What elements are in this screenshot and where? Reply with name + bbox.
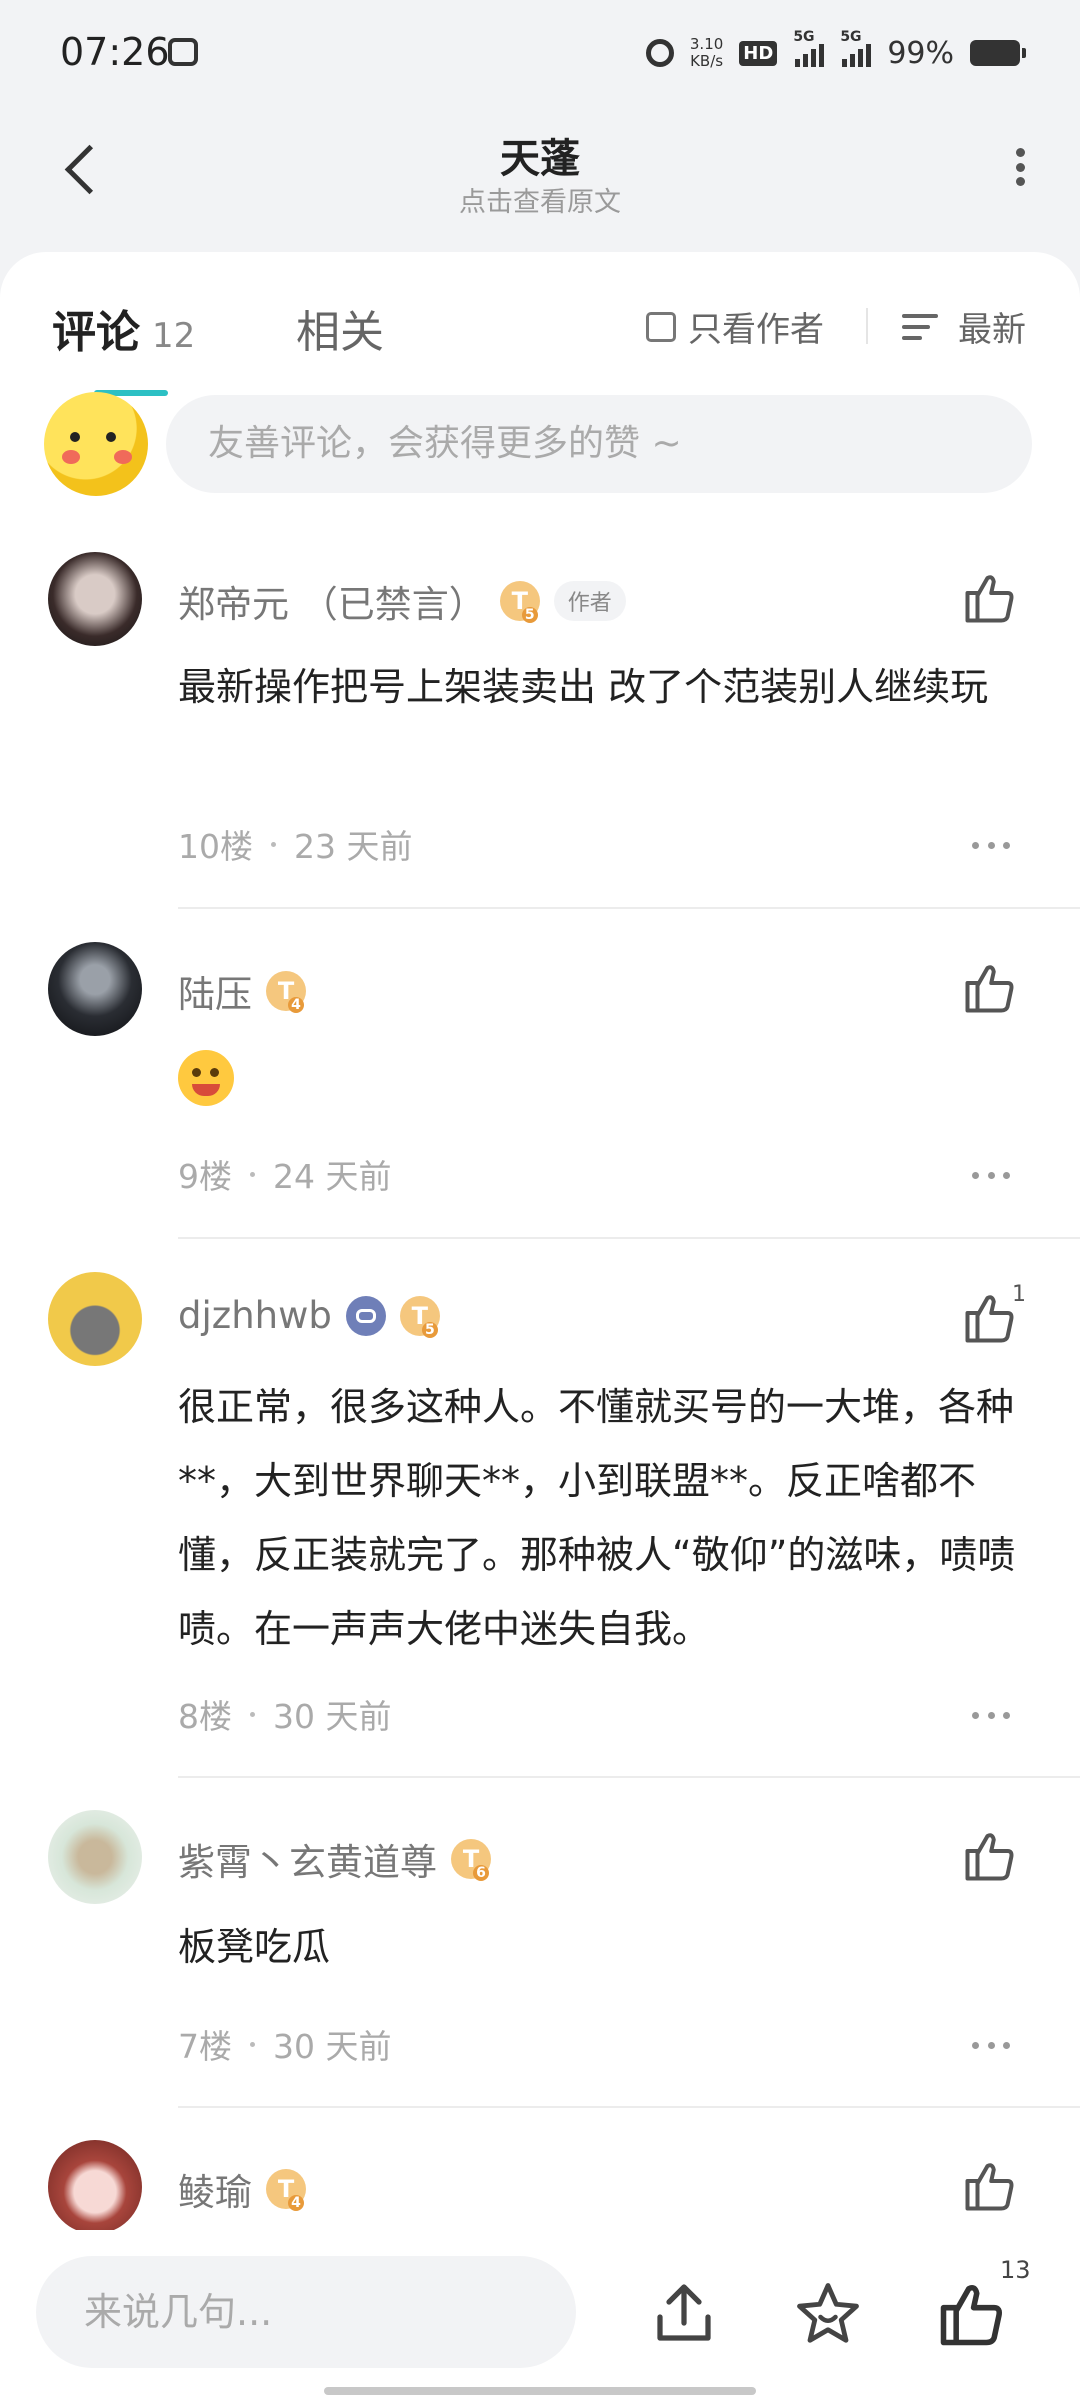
comment-author[interactable]: djzhhwb T5 bbox=[178, 1294, 440, 1338]
battery-icon bbox=[970, 40, 1026, 66]
divider bbox=[178, 1237, 1080, 1239]
comment-more-icon[interactable] bbox=[972, 2042, 1010, 2050]
sort-button[interactable]: 最新 bbox=[902, 302, 1026, 351]
divider bbox=[178, 907, 1080, 909]
status-indicators: 3.10 KB/s HD 5G 5G 99% bbox=[645, 28, 1026, 78]
comment-author[interactable]: 郑帝元 （已禁言） T5 作者 bbox=[178, 574, 626, 628]
comment-more-icon[interactable] bbox=[972, 1712, 1010, 1720]
comment-author[interactable]: 紫霄丶玄黄道尊 T6 bbox=[178, 1832, 491, 1886]
avatar[interactable] bbox=[48, 942, 142, 1036]
like-icon[interactable] bbox=[960, 568, 1020, 628]
home-indicator[interactable] bbox=[324, 2387, 756, 2395]
gamepad-badge-icon bbox=[345, 1295, 386, 1336]
like-icon[interactable] bbox=[934, 2276, 1010, 2352]
page-title: 天蓬 bbox=[500, 136, 580, 182]
signal-icon: 5G bbox=[840, 29, 872, 67]
sticker-emoji-icon bbox=[178, 1050, 234, 1106]
sort-icon bbox=[902, 312, 942, 342]
comment-more-icon[interactable] bbox=[972, 842, 1010, 850]
author-only-label: 只看作者 bbox=[688, 310, 824, 350]
tab-comments-count: 12 bbox=[152, 316, 196, 356]
screen-record-icon bbox=[168, 38, 198, 66]
hd-icon: HD bbox=[739, 40, 778, 66]
level-badge-icon: T5 bbox=[399, 1295, 440, 1338]
more-options-button[interactable] bbox=[1000, 142, 1040, 192]
level-badge-icon: T5 bbox=[499, 581, 540, 623]
status-bar: 07:26 3.10 KB/s HD 5G 5G 99% bbox=[0, 0, 1080, 108]
network-speed: 3.10 KB/s bbox=[689, 35, 724, 70]
like-icon[interactable] bbox=[960, 2156, 1020, 2216]
view-original-link[interactable]: 点击查看原文 bbox=[0, 180, 1080, 219]
comment-author[interactable]: 陆压 T4 bbox=[178, 964, 306, 1018]
divider bbox=[178, 1776, 1080, 1778]
sort-label: 最新 bbox=[958, 310, 1026, 350]
comment-meta: 9楼 24 天前 bbox=[178, 1157, 392, 1196]
avatar[interactable] bbox=[48, 552, 142, 646]
level-badge-icon: T6 bbox=[451, 1839, 491, 1881]
avatar[interactable] bbox=[48, 1272, 142, 1366]
divider bbox=[866, 308, 868, 344]
reply-input[interactable]: 来说几句... bbox=[36, 2256, 576, 2368]
avatar[interactable] bbox=[48, 2140, 142, 2230]
like-icon[interactable] bbox=[960, 958, 1020, 1018]
status-time: 07:26 bbox=[60, 30, 170, 74]
level-badge-icon: T4 bbox=[266, 2169, 306, 2211]
favorite-star-icon[interactable] bbox=[792, 2278, 864, 2350]
comment-meta: 10楼 23 天前 bbox=[178, 827, 413, 866]
tab-comments-label: 评论 bbox=[52, 307, 140, 358]
battery-percent: 99% bbox=[887, 35, 954, 71]
tab-related[interactable]: 相关 bbox=[296, 296, 384, 360]
divider bbox=[178, 2106, 1080, 2108]
avatar bbox=[44, 392, 148, 496]
like-icon[interactable] bbox=[960, 1288, 1020, 1348]
comment-input[interactable]: 友善评论，会获得更多的赞 ~ bbox=[166, 395, 1032, 493]
comment-meta: 8楼 30 天前 bbox=[178, 1697, 392, 1736]
author-badge: 作者 bbox=[553, 581, 626, 621]
share-icon[interactable] bbox=[648, 2278, 720, 2350]
comment-text: 最新操作把号上架装卖出 改了个范装别人继续玩 bbox=[178, 665, 989, 709]
author-only-toggle[interactable]: 只看作者 bbox=[646, 302, 824, 351]
alarm-icon bbox=[645, 39, 674, 67]
bottom-action-bar: 来说几句... 13 bbox=[0, 2230, 1080, 2400]
comment-meta: 7楼 30 天前 bbox=[178, 2027, 392, 2066]
comments-sheet: 评论 12 相关 只看作者 最新 友善评论，会获得更多的赞 ~ 郑帝元 （已禁言… bbox=[0, 252, 1080, 2230]
tab-comments[interactable]: 评论 12 bbox=[52, 296, 195, 360]
avatar[interactable] bbox=[48, 1810, 142, 1904]
comment-text: 板凳吃瓜 bbox=[178, 1925, 331, 1969]
comment-more-icon[interactable] bbox=[972, 1172, 1010, 1180]
like-count: 13 bbox=[1000, 2256, 1031, 2284]
like-count: 1 bbox=[1012, 1282, 1026, 1307]
checkbox-icon bbox=[646, 311, 676, 342]
level-badge-icon: T4 bbox=[266, 971, 306, 1013]
like-icon[interactable] bbox=[960, 1826, 1020, 1886]
comment-text: 很正常，很多这种人。不懂就买号的一大堆，各种**，大到世界聊天**，小到联盟**… bbox=[178, 1385, 1016, 1651]
signal-icon: 5G bbox=[793, 29, 825, 67]
comment-author[interactable]: 鲮瑜 T4 bbox=[178, 2162, 306, 2216]
